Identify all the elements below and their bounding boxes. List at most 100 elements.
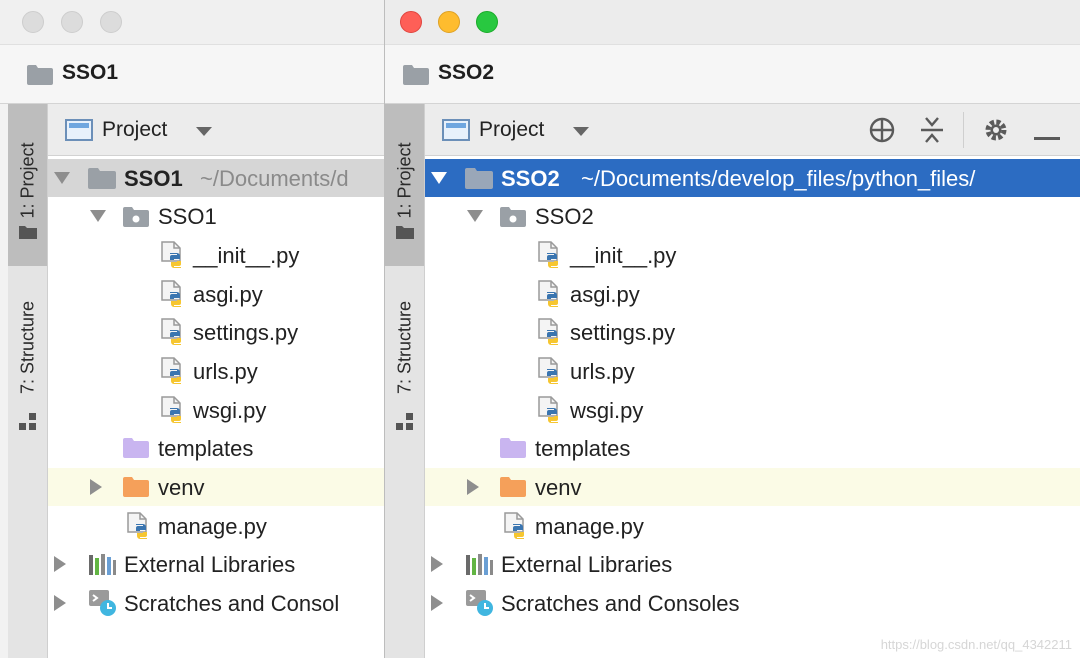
tab-project[interactable]: 1: Project (385, 104, 424, 266)
python-file-icon (160, 318, 186, 346)
tree-row-file[interactable]: urls.py (425, 352, 1080, 390)
tool-window-strip: 1: Project 7: Structure (385, 104, 425, 658)
python-file-icon (537, 318, 563, 346)
tree-row-manage[interactable]: manage.py (48, 507, 384, 545)
tab-structure[interactable]: 7: Structure (385, 279, 424, 439)
minimize-button[interactable] (61, 11, 83, 33)
folder-icon (396, 225, 414, 239)
folder-icon (88, 168, 116, 189)
file-name: __init__.py (570, 243, 677, 268)
project-view-icon (65, 119, 93, 146)
tree-row-file[interactable]: settings.py (48, 313, 384, 351)
project-view-icon (442, 119, 470, 146)
manage-name: manage.py (535, 514, 644, 539)
close-button[interactable] (400, 11, 422, 33)
tree-row-file[interactable]: asgi.py (425, 275, 1080, 313)
excluded-folder-icon (500, 477, 526, 497)
tree-row-package[interactable]: SSO2 (425, 197, 1080, 235)
python-file-icon (160, 241, 186, 269)
python-file-icon (537, 357, 563, 385)
excluded-folder-icon (123, 477, 149, 497)
expand-arrow-icon[interactable] (90, 210, 106, 222)
watermark: https://blog.csdn.net/qq_4342211 (880, 637, 1072, 652)
crosshair-icon[interactable] (868, 116, 896, 149)
expand-arrow-icon[interactable] (54, 172, 70, 184)
title-bar (0, 0, 384, 44)
chevron-down-icon[interactable] (196, 127, 212, 136)
structure-icon (19, 413, 37, 431)
file-name: settings.py (570, 320, 676, 345)
scratches-label: Scratches and Consoles (501, 591, 740, 616)
structure-icon (396, 413, 414, 431)
expand-arrow-icon[interactable] (467, 210, 483, 222)
expand-arrow-icon[interactable] (54, 556, 66, 572)
ide-window-sso2: SSO2 1: Project 7: Structure Project SSO… (384, 0, 1080, 658)
expand-arrow-icon[interactable] (90, 479, 102, 495)
templates-folder-icon (500, 438, 526, 458)
file-name: __init__.py (193, 243, 300, 268)
python-file-icon (160, 280, 186, 308)
minimize-icon[interactable] (1034, 128, 1060, 146)
tab-project[interactable]: 1: Project (8, 104, 47, 266)
breadcrumb-project[interactable]: SSO2 (438, 61, 494, 85)
python-file-icon (537, 280, 563, 308)
tree-row-external-libraries[interactable]: External Libraries (48, 545, 384, 583)
python-file-icon (126, 512, 152, 540)
tree-row-venv[interactable]: venv (425, 468, 1080, 506)
file-name: urls.py (193, 359, 258, 384)
navigation-bar: SSO2 (385, 44, 1080, 104)
zoom-button[interactable] (100, 11, 122, 33)
tab-project-label: 1: Project (394, 142, 414, 219)
tree-row-file[interactable]: wsgi.py (425, 391, 1080, 429)
venv-name: venv (535, 475, 582, 500)
tree-row-file[interactable]: __init__.py (48, 236, 384, 274)
package-folder-icon (123, 207, 149, 227)
chevron-down-icon[interactable] (573, 127, 589, 136)
ide-window-sso1: SSO1 1: Project 7: Structure Project SSO… (0, 0, 384, 658)
tree-row-manage[interactable]: manage.py (425, 507, 1080, 545)
tree-row-file[interactable]: asgi.py (48, 275, 384, 313)
scratches-label: Scratches and Consol (124, 591, 340, 616)
tree-row-file[interactable]: urls.py (48, 352, 384, 390)
tree-row-external-libraries[interactable]: External Libraries (425, 545, 1080, 583)
tree-row-templates[interactable]: templates (48, 429, 384, 467)
expand-arrow-icon[interactable] (467, 479, 479, 495)
tree-row-venv[interactable]: venv (48, 468, 384, 506)
tab-structure[interactable]: 7: Structure (8, 279, 47, 439)
libraries-icon (88, 553, 116, 575)
tree-row-templates[interactable]: templates (425, 429, 1080, 467)
package-name: SSO1 (158, 204, 217, 229)
zoom-button[interactable] (476, 11, 498, 33)
scratches-icon (88, 588, 118, 618)
breadcrumb-project[interactable]: SSO1 (62, 61, 118, 85)
expand-arrow-icon[interactable] (431, 172, 447, 184)
expand-arrow-icon[interactable] (54, 595, 66, 611)
file-name: settings.py (193, 320, 299, 345)
collapse-all-icon[interactable] (920, 116, 944, 149)
file-name: asgi.py (570, 282, 640, 307)
scratches-icon (465, 588, 495, 618)
title-bar (385, 0, 1080, 44)
tree-row-file[interactable]: wsgi.py (48, 391, 384, 429)
project-tree: SSO2 ~/Documents/develop_files/python_fi… (425, 156, 1080, 658)
tree-row-file[interactable]: __init__.py (425, 236, 1080, 274)
expand-arrow-icon[interactable] (431, 595, 443, 611)
tree-row-package[interactable]: SSO1 (48, 197, 384, 235)
folder-icon (19, 225, 37, 239)
navigation-bar: SSO1 (0, 44, 384, 104)
tree-row-file[interactable]: settings.py (425, 313, 1080, 351)
minimize-button[interactable] (438, 11, 460, 33)
tree-row-root[interactable]: SSO1 ~/Documents/d (48, 159, 384, 197)
close-button[interactable] (22, 11, 44, 33)
external-libraries-label: External Libraries (124, 552, 296, 577)
view-selector-label[interactable]: Project (102, 118, 167, 142)
tree-row-root[interactable]: SSO2 ~/Documents/develop_files/python_fi… (425, 159, 1080, 197)
venv-name: venv (158, 475, 205, 500)
folder-icon (27, 65, 53, 85)
view-selector-label[interactable]: Project (479, 118, 544, 142)
gear-icon[interactable] (982, 116, 1010, 149)
package-folder-icon (500, 207, 526, 227)
tree-row-scratches[interactable]: Scratches and Consol (48, 584, 384, 622)
expand-arrow-icon[interactable] (431, 556, 443, 572)
tree-row-scratches[interactable]: Scratches and Consoles (425, 584, 1080, 622)
